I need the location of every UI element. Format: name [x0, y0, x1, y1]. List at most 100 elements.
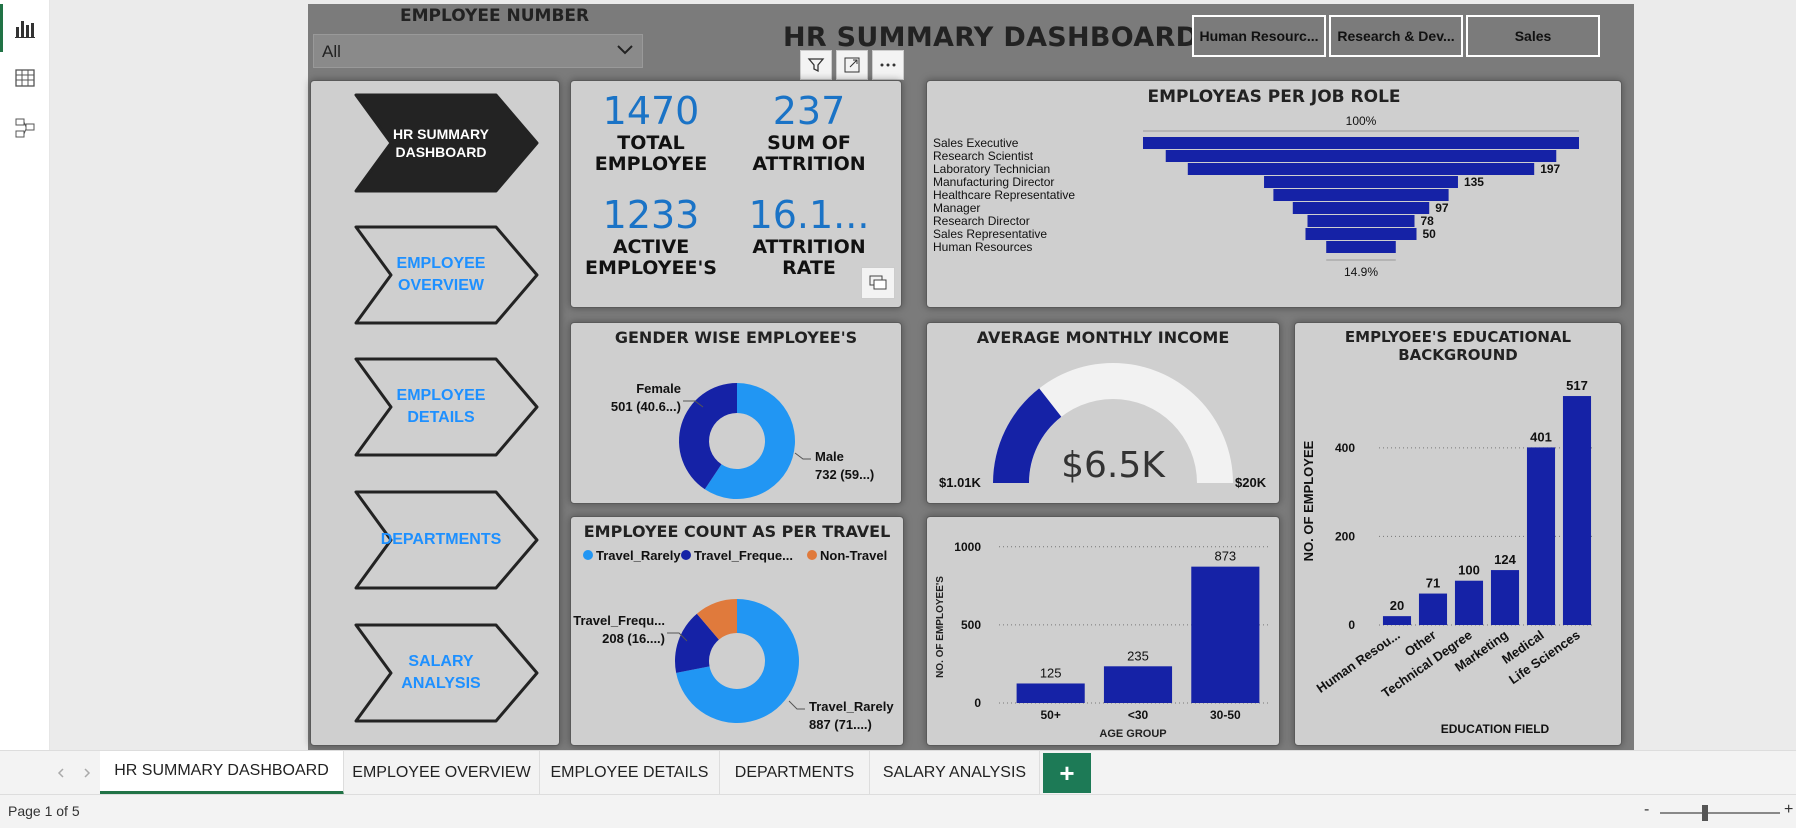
bar-data-label: 235	[1127, 648, 1149, 663]
legend-marker	[583, 550, 593, 560]
tab-salary-analysis[interactable]: SALARY ANALYSIS	[870, 751, 1040, 795]
tab-employee-details[interactable]: EMPLOYEE DETAILS	[540, 751, 720, 795]
male-value-label: 732 (59...)	[815, 467, 874, 482]
nav-salary-analysis[interactable]: SALARY ANALYSIS	[331, 621, 541, 725]
y-axis-label: NO. OF EMPLOYEE	[1301, 440, 1316, 561]
dept-button-human-resources[interactable]: Human Resourc...	[1192, 15, 1326, 57]
funnel-category-label: Sales Executive	[933, 136, 1019, 150]
legend-label: Non-Travel	[820, 548, 887, 563]
education-bar-chart[interactable]: 0200400NO. OF EMPLOYEE20Human Resou...71…	[1295, 349, 1621, 745]
age-bar	[1191, 566, 1260, 703]
kpi-total-employee: 1470 TOTAL EMPLOYEE	[571, 89, 731, 175]
tab-departments[interactable]: DEPARTMENTS	[720, 751, 870, 795]
dept-button-sales[interactable]: Sales	[1466, 15, 1600, 57]
slicer-value: All	[322, 42, 341, 61]
age-bar	[1103, 666, 1173, 703]
nav-employee-overview[interactable]: EMPLOYEE OVERVIEW	[331, 223, 541, 327]
nav-employee-details[interactable]: EMPLOYEE DETAILS	[331, 355, 541, 459]
female-name-label: Female	[636, 381, 681, 396]
navigation-panel: HR SUMMARY DASHBOARD EMPLOYEE OVERVIEW E…	[310, 80, 560, 746]
add-page-button[interactable]: +	[1043, 753, 1091, 793]
visual-table-button[interactable]	[861, 267, 895, 299]
age-bar	[1016, 683, 1085, 703]
kpi-value: 1233	[602, 193, 700, 237]
education-bar	[1562, 396, 1592, 625]
funnel-bar	[1264, 176, 1458, 188]
model-view-icon[interactable]	[14, 117, 36, 139]
view-rail	[0, 0, 50, 750]
y-tick-label: 500	[961, 618, 981, 632]
kpi-label: ATTRITION	[752, 153, 866, 175]
funnel-bar	[1187, 163, 1535, 175]
chart-title: EMPLOYEE COUNT AS PER TRAVEL	[583, 522, 891, 541]
y-tick-label: 400	[1335, 441, 1355, 455]
more-options-button[interactable]	[872, 50, 904, 80]
powerbi-window: { "header": { "slicer_label": "EMPLOYEE …	[0, 0, 1796, 828]
travel-rarely-leader	[788, 700, 805, 710]
page-indicator: Page 1 of 5	[8, 803, 80, 819]
kpi-label: ATTRITION	[752, 236, 866, 258]
kpi-label: EMPLOYEE'S	[585, 257, 717, 279]
funnel-category-label: Research Director	[933, 214, 1030, 228]
zoom-out-button[interactable]: -	[1644, 801, 1649, 819]
kpi-label: EMPLOYEE	[594, 153, 708, 175]
bar-data-label: 401	[1530, 429, 1552, 444]
travel-rarely-name: Travel_Rarely	[809, 699, 894, 714]
funnel-chart[interactable]: 100% Sales ExecutiveResearch ScientistLab…	[927, 107, 1621, 307]
male-leader-line	[794, 452, 811, 460]
bar-data-label: 124	[1494, 552, 1516, 567]
report-canvas: EMPLOYEE NUMBER All HR SUMMARY DASHBOARD…	[50, 0, 1796, 750]
income-gauge-chart[interactable]: $6.5K $1.01K $20K	[927, 349, 1279, 503]
chart-title: GENDER WISE EMPLOYEE'S	[614, 328, 858, 347]
legend-marker	[681, 550, 691, 560]
funnel-category-label: Healthcare Representative	[933, 188, 1075, 202]
chart-title: AVERAGE MONTHLY INCOME	[976, 328, 1230, 347]
bar-data-label: 517	[1566, 378, 1588, 393]
gauge-value-label: $6.5K	[1061, 445, 1166, 486]
chart-title: EMPLOYEAS PER JOB ROLE	[1147, 87, 1401, 107]
gauge-min-label: $1.01K	[939, 475, 982, 490]
show-as-table-icon	[869, 275, 887, 290]
funnel-bar	[1165, 150, 1557, 162]
bar-data-label: 71	[1426, 576, 1440, 591]
zoom-in-button[interactable]: +	[1784, 801, 1793, 819]
zoom-slider-track[interactable]	[1660, 812, 1780, 814]
x-axis-label: EDUCATION FIELD	[1441, 722, 1550, 736]
filter-button[interactable]	[800, 50, 832, 80]
travel-rarely-value: 887 (71....)	[809, 717, 872, 732]
employee-number-slicer[interactable]: All	[313, 34, 643, 68]
funnel-bar	[1292, 202, 1430, 214]
page-title: HR SUMMARY DASHBOARD	[783, 22, 1199, 53]
travel-donut-chart[interactable]: Travel_Rarely Travel_Freque... Non-Travel T…	[571, 543, 903, 745]
nav-hr-summary-dashboard[interactable]: HR SUMMARY DASHBOARD	[331, 91, 541, 195]
funnel-category-label: Manager	[933, 201, 980, 215]
status-bar: Page 1 of 5 - +	[0, 794, 1796, 828]
dept-button-research-development[interactable]: Research & Dev...	[1329, 15, 1463, 57]
filter-icon	[807, 58, 825, 73]
gender-donut-chart[interactable]: Female 501 (40.6...) Male 732 (59...)	[571, 349, 901, 503]
travel-frequently-value: 208 (16....)	[602, 631, 665, 646]
funnel-top-label: 100%	[1346, 114, 1377, 128]
nav-departments[interactable]: DEPARTMENTS	[331, 488, 541, 592]
tab-scroll-left-icon[interactable]	[54, 766, 68, 780]
male-name-label: Male	[815, 449, 844, 464]
report-page: EMPLOYEE NUMBER All HR SUMMARY DASHBOARD…	[308, 4, 1634, 750]
tab-hr-summary-dashboard[interactable]: HR SUMMARY DASHBOARD	[100, 751, 344, 795]
zoom-slider-thumb[interactable]	[1702, 805, 1708, 821]
kpi-sum-of-attrition: 237 SUM OF ATTRITION	[729, 89, 889, 175]
tab-scroll-right-icon[interactable]	[80, 766, 94, 780]
x-tick-label: 50+	[1040, 708, 1060, 722]
report-view-icon[interactable]	[14, 17, 36, 39]
table-view-icon[interactable]	[14, 67, 36, 89]
focus-mode-button[interactable]	[836, 50, 868, 80]
funnel-bottom-label: 14.9%	[1344, 265, 1378, 279]
education-bar	[1526, 447, 1556, 625]
funnel-category-label: Human Resources	[933, 240, 1032, 254]
nav-label: SALARY ANALYSIS	[401, 653, 481, 692]
y-tick-label: 200	[1335, 529, 1355, 543]
funnel-bar	[1307, 215, 1415, 227]
gauge-max-label: $20K	[1235, 475, 1267, 490]
age-bar-chart[interactable]: 0 500 1000 NO. OF EMPLOYEE'S 125 50+ 235 <30 873…	[927, 517, 1279, 745]
chevron-down-icon	[617, 45, 633, 55]
tab-employee-overview[interactable]: EMPLOYEE OVERVIEW	[344, 751, 540, 795]
